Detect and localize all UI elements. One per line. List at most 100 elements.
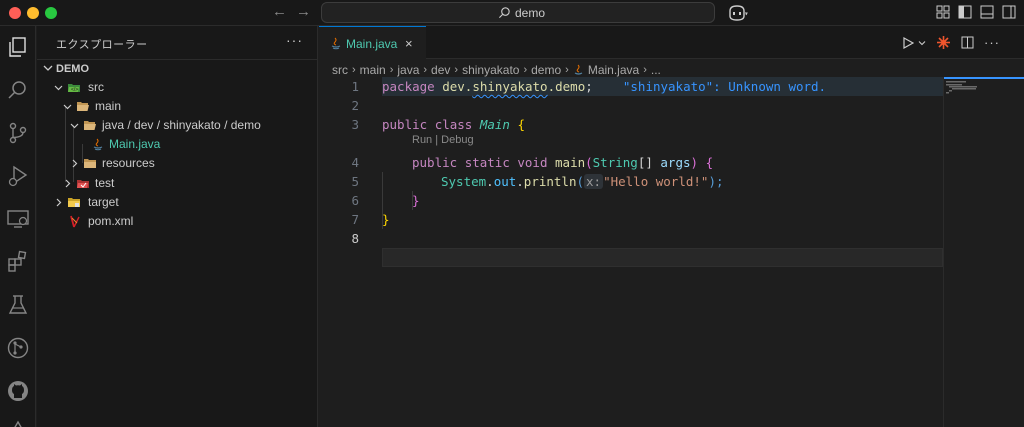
split-editor-icon[interactable] <box>961 36 974 49</box>
chevron-right-icon <box>56 198 62 207</box>
explorer-icon[interactable] <box>5 34 31 60</box>
tab-label: Main.java <box>346 37 398 51</box>
code-token: public <box>412 155 458 170</box>
code-token: .demo <box>547 79 586 94</box>
tree-item-label: test <box>95 176 115 190</box>
tab-main-java[interactable]: Main.java × <box>319 26 426 59</box>
command-center-text: demo <box>515 6 546 20</box>
inlay-hint: x: <box>584 174 604 189</box>
tree-item-target[interactable]: target <box>37 193 318 212</box>
code-token: ) <box>690 155 699 170</box>
tree-item-label: src <box>88 80 104 94</box>
folder-open-icon <box>84 121 96 130</box>
code-editor[interactable]: 1 2 3 4 5 6 7 8 package dev.shinyakato.d… <box>319 77 1024 427</box>
close-window-button[interactable] <box>9 7 21 19</box>
chevron-right-icon <box>65 179 71 188</box>
minimap[interactable] <box>944 77 1024 427</box>
minimap-slider[interactable] <box>944 77 1024 79</box>
customize-layout-icon[interactable] <box>936 5 950 19</box>
explorer-sidebar: エクスプローラー ··· DEMO </> src main java / de… <box>37 26 318 427</box>
run-debug-icon[interactable] <box>5 163 31 189</box>
chevron-right-icon: › <box>643 64 647 76</box>
java-icon <box>574 64 583 75</box>
editor-group: Main.java × ··· src › main › java › dev … <box>319 26 1024 427</box>
breadcrumb-item[interactable]: java <box>397 63 419 77</box>
chevron-right-icon: › <box>523 64 528 76</box>
code-token: . <box>486 174 494 189</box>
tree-item-main-java[interactable]: Main.java <box>37 135 318 154</box>
code-token: } <box>382 212 390 227</box>
tree-item-label: java / dev / shinyakato / demo <box>102 118 261 132</box>
breadcrumb-item[interactable]: Main.java <box>588 63 639 77</box>
codelens-run-debug[interactable]: Run | Debug <box>412 134 474 146</box>
github-icon[interactable] <box>5 378 31 404</box>
minimize-window-button[interactable] <box>27 7 39 19</box>
workspace-section-header[interactable]: DEMO <box>37 59 318 78</box>
toggle-secondary-sidebar-icon[interactable] <box>1002 5 1016 19</box>
toggle-panel-icon[interactable] <box>980 5 994 19</box>
testing-icon[interactable] <box>5 292 31 318</box>
tree-item-label: main <box>95 99 122 113</box>
code-token: public <box>382 117 428 132</box>
workspace-name: DEMO <box>56 63 89 75</box>
cursor-line-highlight <box>382 248 943 267</box>
close-tab-icon[interactable]: × <box>405 36 413 51</box>
explorer-title: エクスプローラー <box>56 39 148 51</box>
more-views-icon[interactable] <box>5 418 31 427</box>
code-token: "Hello world!" <box>603 174 709 189</box>
code-token: } <box>412 193 420 208</box>
tree-item-label: resources <box>102 156 155 170</box>
copilot-icon[interactable] <box>726 4 748 22</box>
tab-bar: Main.java × ··· <box>319 26 1024 59</box>
breadcrumb-item[interactable]: dev <box>431 63 450 77</box>
chevron-right-icon <box>72 159 78 168</box>
line-number: 8 <box>351 231 359 246</box>
code-token: args <box>660 155 691 170</box>
code-token: ( <box>576 174 585 189</box>
tree-item-src[interactable]: </> src <box>37 78 318 97</box>
breadcrumb-item[interactable]: ... <box>651 63 661 77</box>
extensions-icon[interactable] <box>5 249 31 275</box>
code-token: class <box>434 117 473 132</box>
more-actions-icon[interactable]: ··· <box>984 35 1000 50</box>
git-graph-icon[interactable] <box>5 335 31 361</box>
line-number: 1 <box>351 79 359 94</box>
run-java-icon[interactable] <box>902 36 914 49</box>
breadcrumb-item[interactable]: demo <box>531 63 561 77</box>
activity-bar <box>0 26 36 427</box>
search-view-icon[interactable] <box>5 77 31 103</box>
code-token: main <box>555 155 586 170</box>
breadcrumb-item[interactable]: src <box>332 63 348 77</box>
code-token: dev. <box>442 79 473 94</box>
more-actions-button[interactable]: ··· <box>286 32 303 48</box>
code-token: ; <box>585 79 593 94</box>
breadcrumb-item[interactable]: main <box>360 63 386 77</box>
ai-sparkle-icon[interactable] <box>936 35 951 50</box>
maximize-window-button[interactable] <box>45 7 57 19</box>
tree-item-java-package[interactable]: java / dev / shinyakato / demo <box>37 116 318 135</box>
command-center-search[interactable]: demo <box>321 2 715 23</box>
remote-explorer-icon[interactable] <box>5 206 31 232</box>
code-line-5: System.out.println(x: "Hello world!"); <box>441 172 724 191</box>
chevron-down-icon[interactable] <box>918 39 926 47</box>
tree-item-pom-xml[interactable]: pom.xml <box>37 212 318 231</box>
code-token: void <box>517 155 548 170</box>
code-token: Main <box>479 117 510 132</box>
chevron-right-icon: › <box>454 64 459 76</box>
back-arrow-icon[interactable]: ← <box>272 4 287 20</box>
java-icon <box>331 37 341 50</box>
toggle-primary-sidebar-icon[interactable] <box>958 5 972 19</box>
tree-item-test[interactable]: test <box>37 174 318 193</box>
chevron-right-icon: › <box>423 64 428 76</box>
source-control-icon[interactable] <box>5 120 31 146</box>
code-line-4: public static void main(String[] args) { <box>412 153 713 172</box>
code-token: { <box>705 155 714 170</box>
breadcrumb-item[interactable]: shinyakato <box>462 63 519 77</box>
inline-diagnostic: "shinyakato": Unknown word. <box>622 79 827 94</box>
forward-arrow-icon[interactable]: → <box>296 4 311 20</box>
code-line-1: package dev.shinyakato.demo; "shinyakato… <box>382 77 826 96</box>
code-token: String <box>592 155 638 170</box>
tree-item-main[interactable]: main <box>37 97 318 116</box>
tree-item-resources[interactable]: resources <box>37 154 318 173</box>
code-token: package <box>382 79 435 94</box>
